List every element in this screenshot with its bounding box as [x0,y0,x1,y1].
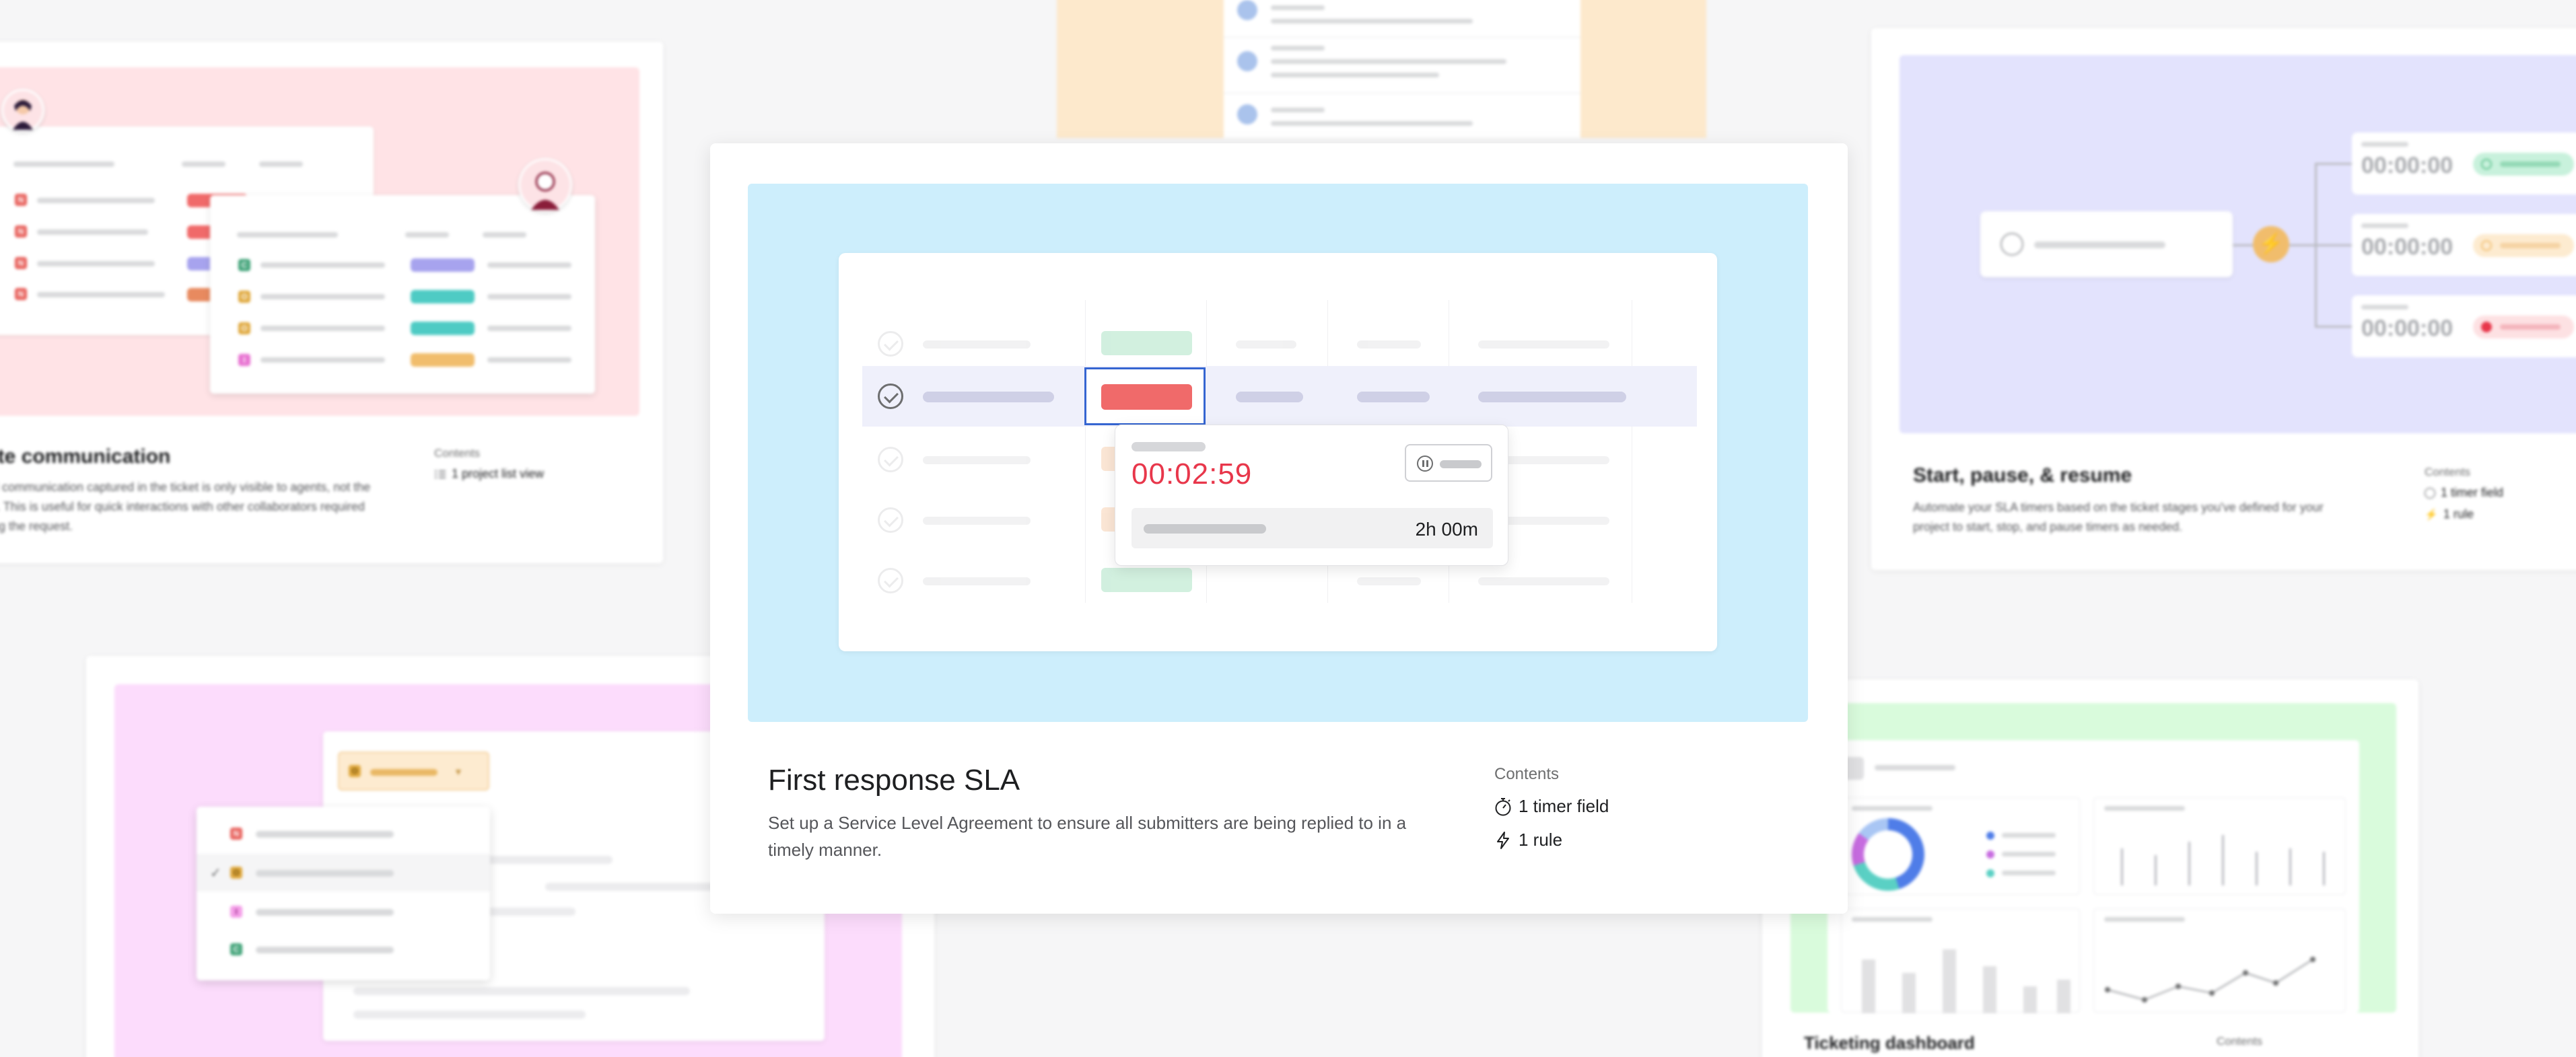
lightning-icon [1497,831,1509,849]
card-preview: 00:02:59 2h 00m [748,184,1808,722]
badge: C [238,259,250,271]
avatar [518,158,572,212]
template-card-first-response-sla[interactable]: 00:02:59 2h 00m First response SLA Set u… [710,143,1848,914]
template-card-start-pause-resume[interactable]: ⚡ 00:00:00 00:00:00 00:00:00 Start, paus… [1871,28,2576,570]
trigger-node [1980,211,2233,277]
card-preview: ⚡ 00:00:00 00:00:00 00:00:00 [1900,55,2576,433]
check-circle-icon[interactable] [878,447,903,472]
status-dropdown[interactable]: O ▼ [338,752,489,791]
badge: N [15,257,27,269]
contents-item: ⚡ 1 rule [2425,507,2474,521]
badge: N [15,288,27,300]
check-circle-icon[interactable] [878,507,903,533]
timer-icon [2425,487,2435,499]
stem-widget [2093,797,2346,895]
table-preview: 00:02:59 2h 00m [839,253,1717,651]
timer-node: 00:00:00 [2352,214,2576,276]
donut-chart [1852,818,1924,891]
target-time: 2h 00m [1415,519,1478,540]
pause-button[interactable] [1405,444,1492,482]
menu-item[interactable]: ✓ O [197,854,490,891]
template-card-ticketing-dashboard[interactable]: Ticketing dashboard Contents [1762,680,2418,1057]
timer-node: 00:00:00 [2352,295,2576,357]
line-widget [2093,908,2346,1013]
contents-item: 1 timer field [1494,796,1609,817]
target-row: 2h 00m [1132,508,1493,548]
contents-item: 1 project list view [434,467,544,481]
badge: O [238,291,250,303]
template-card-private-communication[interactable]: N N N N C O O I ate communication all co… [0,42,663,563]
card-preview [1057,0,1706,138]
table-row[interactable] [862,314,1697,374]
bar-widget [1841,908,2080,1013]
card-preview: N N N N C O O I [0,67,639,416]
timer-icon [1495,797,1511,815]
template-card-peek[interactable] [1035,0,1742,141]
lightning-icon: ⚡ [2425,509,2438,521]
chevron-down-icon: ▼ [454,766,463,777]
check-circle-icon[interactable] [878,568,903,593]
timer-node: 00:00:00 [2352,133,2576,194]
list-preview-front: C O O I [210,195,595,394]
badge: N [15,194,27,206]
card-description: Set up a Service Level Agreement to ensu… [768,813,1407,860]
check-circle-icon[interactable] [878,384,903,409]
card-title: ate communication [0,445,171,468]
avatar [1,89,44,132]
contents-heading: Contents [2217,1035,2263,1048]
card-title: Start, pause, & resume [1913,464,2132,486]
donut-widget [1841,797,2080,895]
badge: N [15,225,27,238]
contents-item: 1 timer field [2425,486,2503,500]
card-title: First response SLA [768,764,1020,797]
sla-timer-popover: 00:02:59 2h 00m [1115,425,1508,566]
dropdown-menu: N ✓ O I C [197,807,490,980]
badge: I [238,354,250,366]
menu-item[interactable]: N [197,815,490,852]
timer-value: 00:02:59 [1132,458,1253,490]
lightning-icon: ⚡ [2253,226,2289,262]
contents-item: 1 rule [1494,830,1562,850]
badge: O [238,322,250,334]
list-view-icon [435,470,446,478]
card-description: all communication captured in the ticket… [0,480,371,533]
contents-heading: Contents [2425,466,2471,478]
card-title: Ticketing dashboard [1804,1033,1975,1053]
card-description: Automate your SLA timers based on the ti… [1913,501,2324,534]
card-preview [1790,703,2396,1013]
contents-heading: Contents [1494,765,1560,783]
pause-icon [1417,455,1433,472]
menu-item[interactable]: C [197,931,490,968]
check-circle-icon[interactable] [878,331,903,357]
table-row-selected[interactable] [862,366,1697,427]
menu-item[interactable]: I [197,893,490,931]
contents-heading: Contents [434,447,481,460]
sla-cell-selected[interactable] [1084,367,1206,425]
